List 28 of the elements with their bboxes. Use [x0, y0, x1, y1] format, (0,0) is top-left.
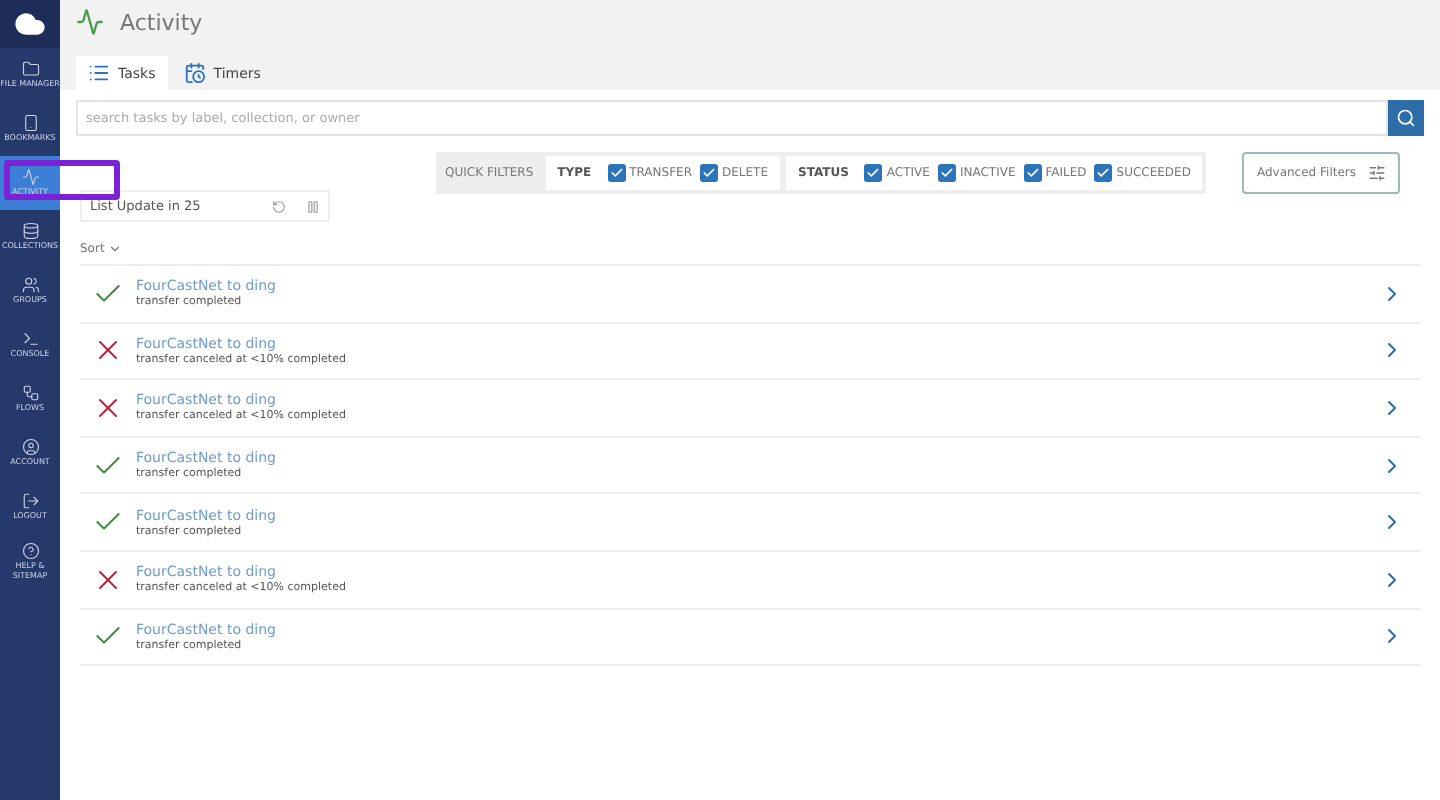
list-icon — [88, 62, 110, 84]
cloud-logo-icon — [0, 0, 60, 48]
chevron-down-icon — [108, 242, 123, 256]
checkbox[interactable] — [607, 164, 626, 182]
folder-icon — [21, 60, 39, 79]
logout-icon — [21, 492, 39, 511]
database-icon — [21, 222, 39, 241]
highlight-annotation — [4, 160, 120, 200]
search-icon — [1396, 108, 1416, 128]
calendar-icon — [183, 62, 206, 84]
page-title: Activity — [120, 9, 203, 35]
pulse-icon — [21, 168, 39, 187]
refresh-icon[interactable] — [272, 199, 286, 213]
pulse-icon — [76, 8, 104, 36]
checkbox[interactable] — [864, 164, 883, 182]
flows-icon — [21, 384, 39, 403]
user-icon — [21, 438, 39, 457]
checkbox[interactable] — [699, 164, 718, 182]
users-icon — [21, 276, 39, 295]
checkbox[interactable] — [1023, 164, 1042, 182]
help-icon — [21, 542, 39, 561]
pause-icon[interactable] — [306, 199, 320, 213]
checkbox[interactable] — [937, 164, 956, 182]
search-button[interactable] — [1388, 100, 1424, 136]
phone-icon — [21, 114, 39, 133]
checkbox[interactable] — [1094, 164, 1113, 182]
console-icon — [21, 330, 39, 349]
sliders-icon — [1368, 164, 1386, 182]
